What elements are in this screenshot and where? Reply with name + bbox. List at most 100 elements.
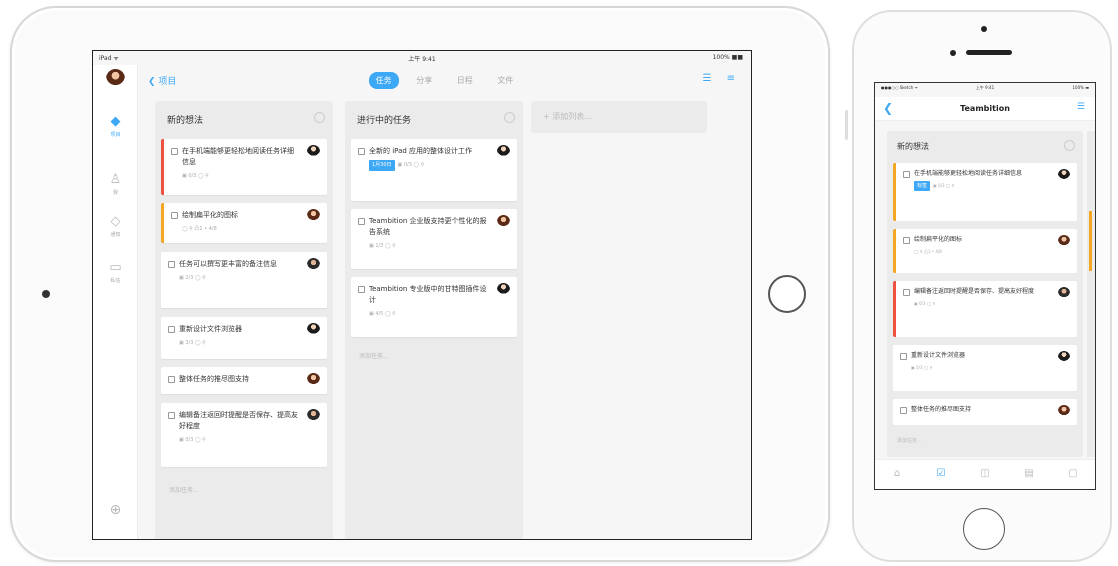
ipad-home-button[interactable]: [768, 275, 806, 313]
ipad-status-bar: iPad ᯤ 上午 9:41 100% ■■: [93, 51, 751, 65]
rail-item-projects[interactable]: ◆ 项目: [93, 114, 138, 139]
task-title: 在手机端能够更轻松地阅读任务详细信息: [914, 170, 1023, 177]
rail-item-label: 私信: [110, 278, 121, 284]
task-checkbox[interactable]: [358, 148, 365, 155]
assignee-avatar: [497, 145, 510, 158]
chat-icon: ▭: [109, 260, 122, 275]
bell-icon: ◇: [110, 214, 121, 229]
task-card[interactable]: 重新设计文件浏览器 ▣ 3/3 ◯ ⚲: [893, 345, 1077, 391]
column-menu-icon[interactable]: [314, 112, 325, 123]
menu-icon[interactable]: ☰: [1077, 102, 1085, 112]
rail-item-label: 项目: [110, 132, 121, 138]
column-menu-icon[interactable]: [504, 112, 515, 123]
task-checkbox[interactable]: [903, 237, 910, 244]
task-title: Teambition 专业版中的甘特图插件设计: [369, 285, 487, 304]
task-checkbox[interactable]: [900, 353, 907, 360]
task-title: 任务可以撰写更丰富的备注信息: [179, 260, 277, 268]
layers-icon: ◆: [110, 114, 121, 129]
task-title: 重新设计文件浏览器: [911, 352, 966, 359]
task-card[interactable]: Teambition 企业版支持更个性化的报告系统 ▣ 1/3 ◯ ⚲: [351, 209, 517, 269]
task-card[interactable]: 绘制扁平化的图标 ◯ ⚲ 凸1 • 4/8: [893, 229, 1077, 273]
user-avatar[interactable]: [106, 69, 125, 92]
task-card[interactable]: 整体任务的推尽图支持: [161, 367, 327, 394]
menu-icon[interactable]: ☰ ≡: [702, 73, 741, 84]
task-title: 全新的 iPad 应用的整体设计工作: [369, 147, 473, 155]
assignee-avatar: [497, 283, 510, 296]
add-task-button[interactable]: 添加任务...: [359, 351, 389, 360]
add-project-button[interactable]: ⊕: [93, 503, 138, 519]
tasks-checkbox-icon[interactable]: ☑: [931, 468, 951, 479]
due-date-tag: 1月30日: [369, 160, 395, 171]
task-title: Teambition 企业版支持更个性化的报告系统: [369, 217, 487, 236]
task-checkbox[interactable]: [903, 171, 910, 178]
task-meta: ▣ 3/3 ◯ ⚲: [911, 365, 933, 370]
folder-icon[interactable]: ▢: [1063, 468, 1083, 479]
assignee-avatar: [307, 209, 320, 222]
rail-item-label: 通知: [110, 232, 121, 238]
task-card[interactable]: Teambition 专业版中的甘特图插件设计 ▣ 4/5 ◯ ⚲: [351, 277, 517, 337]
iphone-front-camera: [981, 26, 987, 32]
home-icon[interactable]: ⌂: [887, 468, 907, 479]
status-battery: 100% ■■: [712, 54, 743, 61]
task-checkbox[interactable]: [358, 218, 365, 225]
tab-tasks[interactable]: 任务: [368, 72, 399, 89]
calendar-icon[interactable]: ▤: [1019, 468, 1039, 479]
task-title: 在手机端能够更轻松地阅读任务详细信息: [182, 147, 294, 166]
status-time: 上午 9:41: [975, 85, 995, 90]
iphone-home-button[interactable]: [963, 508, 1005, 550]
rail-item-label: 我: [112, 190, 118, 196]
column-menu-icon[interactable]: [1064, 140, 1075, 151]
bottom-tab-bar: ⌂ ☑ ◫ ▤ ▢: [875, 459, 1095, 489]
task-checkbox[interactable]: [903, 289, 910, 296]
assignee-avatar: [1058, 405, 1070, 417]
task-card[interactable]: 任务可以撰写更丰富的备注信息 ▣ 2/3 ◯ ⚲: [161, 252, 327, 308]
assignee-avatar: [1058, 169, 1070, 181]
top-nav: ❮ 项目 任务 分享 日程 文件 ☰ ≡: [138, 65, 751, 97]
task-card[interactable]: 全新的 iPad 应用的整体设计工作 1月30日 ▣ 0/3 ◯ ⚲: [351, 139, 517, 201]
column-title: 新的想法: [167, 116, 204, 126]
iphone-sensor: [950, 50, 956, 56]
share-icon[interactable]: ◫: [975, 468, 995, 479]
task-card[interactable]: 编辑备注返回时提醒是否保存、提高友好程度 ▣ 0/3 ◯ ⚲: [161, 403, 327, 467]
task-checkbox[interactable]: [168, 261, 175, 268]
assignee-avatar: [307, 373, 320, 386]
add-list-button[interactable]: + 添加列表...: [531, 101, 707, 133]
task-card[interactable]: 在手机端能够更轻松地阅读任务详细信息 标签 ▣ 0/3 ◯ ⚲: [893, 163, 1077, 221]
task-card[interactable]: 重新设计文件浏览器 ▣ 3/3 ◯ ⚲: [161, 317, 327, 359]
assignee-avatar: [307, 323, 320, 336]
task-card[interactable]: 绘制扁平化的图标 ◯ ⚲ 凸1 • 4/8: [161, 203, 327, 243]
task-meta: ◯ ⚲ 凸1 • 4/8: [182, 226, 217, 232]
tab-files[interactable]: 文件: [490, 72, 520, 89]
task-checkbox[interactable]: [900, 407, 907, 414]
back-chevron-icon[interactable]: ❮: [883, 101, 893, 115]
task-checkbox[interactable]: [168, 326, 175, 333]
task-title: 整体任务的推尽图支持: [911, 406, 972, 413]
task-checkbox[interactable]: [168, 412, 175, 419]
task-checkbox[interactable]: [171, 212, 178, 219]
task-card[interactable]: 编辑备注返回时提醒是否保存、提高友好程度 ▣ 0/3 ◯ ⚲: [893, 281, 1077, 337]
rail-item-messages[interactable]: ▭ 私信: [93, 260, 138, 285]
next-column-peek: [1087, 131, 1095, 457]
iphone-screen: ●●●○○ Sketch ᯤ 上午 9:41 100% ▬ ❮ Teambiti…: [874, 82, 1096, 490]
task-card[interactable]: 在手机端能够更轻松地阅读任务详细信息 ▣ 0/3 ◯ ⚲: [161, 139, 327, 195]
task-title: 绘制扁平化的图标: [182, 211, 238, 219]
column-new-ideas: 新的想法 在手机端能够更轻松地阅读任务详细信息 标签 ▣ 0/3 ◯ ⚲ 绘制扁平…: [887, 131, 1083, 457]
task-meta: ▣ 0/3 ◯ ⚲: [182, 173, 209, 179]
rail-item-me[interactable]: ♙ 我: [93, 173, 138, 197]
task-checkbox[interactable]: [358, 286, 365, 293]
task-meta: ▣ 4/5 ◯ ⚲: [369, 311, 396, 317]
task-title: 编辑备注返回时提醒是否保存、提高友好程度: [179, 411, 298, 430]
task-meta-text: ▣ 0/3 ◯ ⚲: [933, 183, 955, 188]
tab-share[interactable]: 分享: [409, 72, 439, 89]
add-task-button[interactable]: 添加任务...: [169, 485, 199, 494]
column-in-progress: 进行中的任务 全新的 iPad 应用的整体设计工作 1月30日 ▣ 0/3 ◯ ⚲…: [345, 101, 523, 539]
tab-schedule[interactable]: 日程: [450, 72, 480, 89]
rail-item-notifications[interactable]: ◇ 通知: [93, 214, 138, 239]
task-checkbox[interactable]: [171, 148, 178, 155]
assignee-avatar: [497, 215, 510, 228]
task-checkbox[interactable]: [168, 376, 175, 383]
plus-circle-icon: ⊕: [109, 502, 122, 518]
add-task-button[interactable]: 添加任务...: [897, 437, 922, 444]
iphone-speaker: [966, 50, 1012, 55]
task-card[interactable]: 整体任务的推尽图支持: [893, 399, 1077, 425]
